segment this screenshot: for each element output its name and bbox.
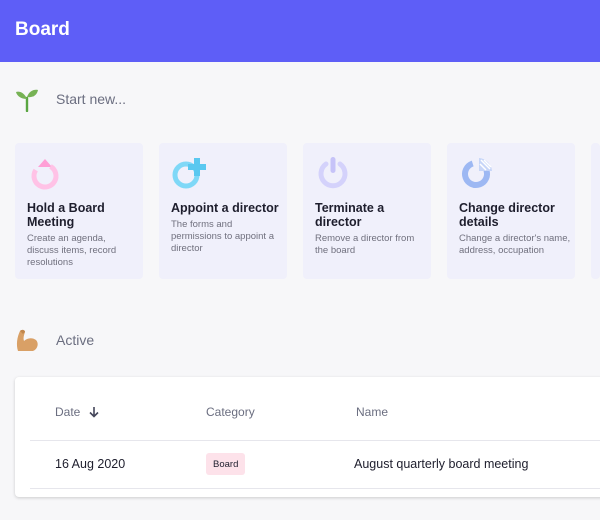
top-bar: Board: [0, 0, 600, 62]
column-header-category[interactable]: Category: [206, 405, 255, 419]
card-description: Change a director's name, address, occup…: [459, 233, 571, 256]
card-description: The forms and permissions to appoint a d…: [171, 219, 274, 254]
row-name: August quarterly board meeting: [354, 457, 529, 471]
flexed-biceps-icon: [16, 329, 38, 351]
page-title: Board: [15, 19, 70, 40]
card-description: Create an agenda, discuss items, record …: [27, 233, 117, 268]
seedling-icon: [16, 89, 38, 112]
column-header-date[interactable]: Date: [55, 405, 101, 419]
add-circle-icon: [172, 158, 206, 189]
card-appoint-director[interactable]: Appoint a director The forms and permiss…: [159, 143, 287, 279]
card-title: Appoint a director: [171, 201, 279, 215]
active-heading: Active: [14, 327, 94, 353]
row-date: 16 Aug 2020: [55, 457, 126, 471]
card-hold-board-meeting[interactable]: Hold a Board Meeting Create an agenda, d…: [15, 143, 143, 279]
power-icon: [318, 157, 348, 189]
card-terminate-director[interactable]: Terminate a director Remove a director f…: [303, 143, 431, 279]
sort-arrow-down-icon: [89, 407, 99, 418]
active-table: Date Category Name 16 Aug 2020 Board Aug…: [15, 377, 600, 497]
card-title: Hold a Board Meeting: [27, 201, 105, 229]
card-title: Change director details: [459, 201, 555, 229]
card-title: Terminate a director: [315, 201, 385, 229]
row-divider: [30, 488, 600, 489]
category-badge: Board: [206, 453, 246, 475]
card-partial[interactable]: [591, 143, 600, 279]
card-description: Remove a director from the board: [315, 233, 415, 256]
header-divider: [30, 440, 600, 441]
card-change-director-details[interactable]: Change director details Change a directo…: [447, 143, 575, 279]
pie-chart-icon: [462, 158, 492, 188]
start-new-heading: Start new...: [14, 86, 126, 112]
active-label: Active: [56, 332, 95, 348]
start-new-label: Start new...: [56, 91, 127, 107]
column-header-name[interactable]: Name: [356, 405, 388, 419]
drop-cycle-icon: [31, 159, 59, 190]
